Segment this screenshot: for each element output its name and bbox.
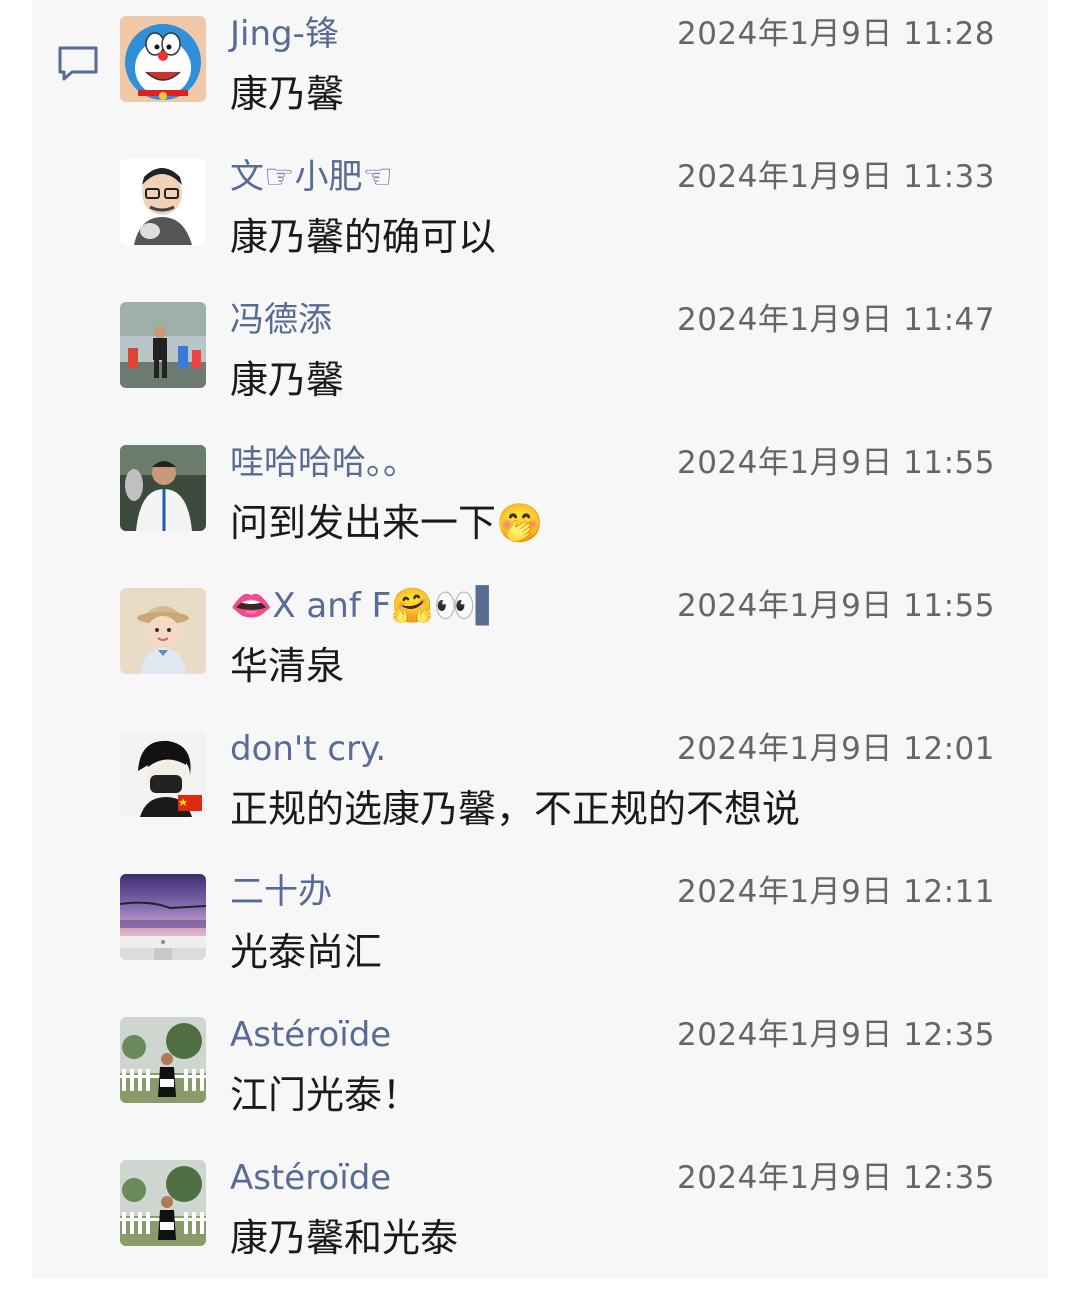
timestamp: 2024年1月9日 12:11 bbox=[676, 874, 995, 910]
sender-name[interactable]: 哇哈哈哈。。 bbox=[230, 443, 417, 483]
sender-name[interactable]: 二十办 bbox=[230, 872, 332, 912]
timestamp: 2024年1月9日 11:33 bbox=[676, 159, 995, 195]
comment-item: 哇哈哈哈。。 2024年1月9日 11:55 问到发出来一下🤭 bbox=[120, 443, 995, 575]
comment-text: 康乃馨和光泰 bbox=[230, 1216, 459, 1260]
cartoon-man-avatar[interactable] bbox=[120, 159, 206, 245]
comment-item: Astéroïde 2024年1月9日 12:35 江门光泰！ bbox=[120, 1015, 995, 1147]
baby-photo-avatar[interactable] bbox=[120, 588, 206, 674]
soccer-player-avatar[interactable] bbox=[120, 445, 206, 531]
comment-item: don't cry. 2024年1月9日 12:01 正规的选康乃馨，不正规的不… bbox=[120, 729, 995, 861]
timestamp: 2024年1月9日 12:01 bbox=[676, 731, 995, 767]
comment-item: 二十办 2024年1月9日 12:11 光泰尚汇 bbox=[120, 872, 995, 1004]
timestamp: 2024年1月9日 11:28 bbox=[676, 16, 995, 52]
timestamp: 2024年1月9日 11:55 bbox=[676, 445, 995, 481]
timestamp: 2024年1月9日 12:35 bbox=[676, 1160, 995, 1196]
comment-text: 光泰尚汇 bbox=[230, 930, 383, 974]
comment-text: 康乃馨 bbox=[230, 358, 345, 402]
comment-item: 文☞小肥☜ 2024年1月9日 11:33 康乃馨的确可以 bbox=[120, 157, 995, 289]
sender-name[interactable]: 👄X anf F🤗👀▌ bbox=[230, 586, 502, 626]
comment-item: 冯德添 2024年1月9日 11:47 康乃馨 bbox=[120, 300, 995, 432]
comment-text: 江门光泰！ bbox=[230, 1073, 421, 1117]
garden-woman-avatar[interactable] bbox=[120, 1160, 206, 1246]
comment-item: 👄X anf F🤗👀▌ 2024年1月9日 11:55 华清泉 bbox=[120, 586, 995, 718]
comment-icon[interactable] bbox=[56, 44, 100, 84]
comment-text: 问到发出来一下🤭 bbox=[230, 501, 544, 545]
timestamp: 2024年1月9日 12:35 bbox=[676, 1017, 995, 1053]
comment-text: 华清泉 bbox=[230, 644, 345, 688]
timestamp: 2024年1月9日 11:47 bbox=[676, 302, 995, 338]
sender-name[interactable]: 文☞小肥☜ bbox=[230, 157, 393, 197]
sender-name[interactable]: 冯德添 bbox=[230, 300, 332, 340]
sender-name[interactable]: don't cry. bbox=[230, 729, 386, 769]
comment-text: 康乃馨的确可以 bbox=[230, 215, 497, 259]
comment-item: Astéroïde 2024年1月9日 12:35 康乃馨和光泰 bbox=[120, 1158, 995, 1290]
doraemon-avatar[interactable] bbox=[120, 16, 206, 102]
sender-name[interactable]: Jing-锋 bbox=[230, 14, 339, 54]
masked-person-avatar[interactable] bbox=[120, 731, 206, 817]
comment-item: Jing-锋 2024年1月9日 11:28 康乃馨 bbox=[120, 14, 995, 146]
runners-photo-avatar[interactable] bbox=[120, 302, 206, 388]
comment-text: 正规的选康乃馨，不正规的不想说 bbox=[230, 787, 801, 831]
sender-name[interactable]: Astéroïde bbox=[230, 1158, 391, 1198]
garden-woman-avatar[interactable] bbox=[120, 1017, 206, 1103]
timestamp: 2024年1月9日 11:55 bbox=[676, 588, 995, 624]
imac-sunset-avatar[interactable] bbox=[120, 874, 206, 960]
comment-text: 康乃馨 bbox=[230, 72, 345, 116]
sender-name[interactable]: Astéroïde bbox=[230, 1015, 391, 1055]
